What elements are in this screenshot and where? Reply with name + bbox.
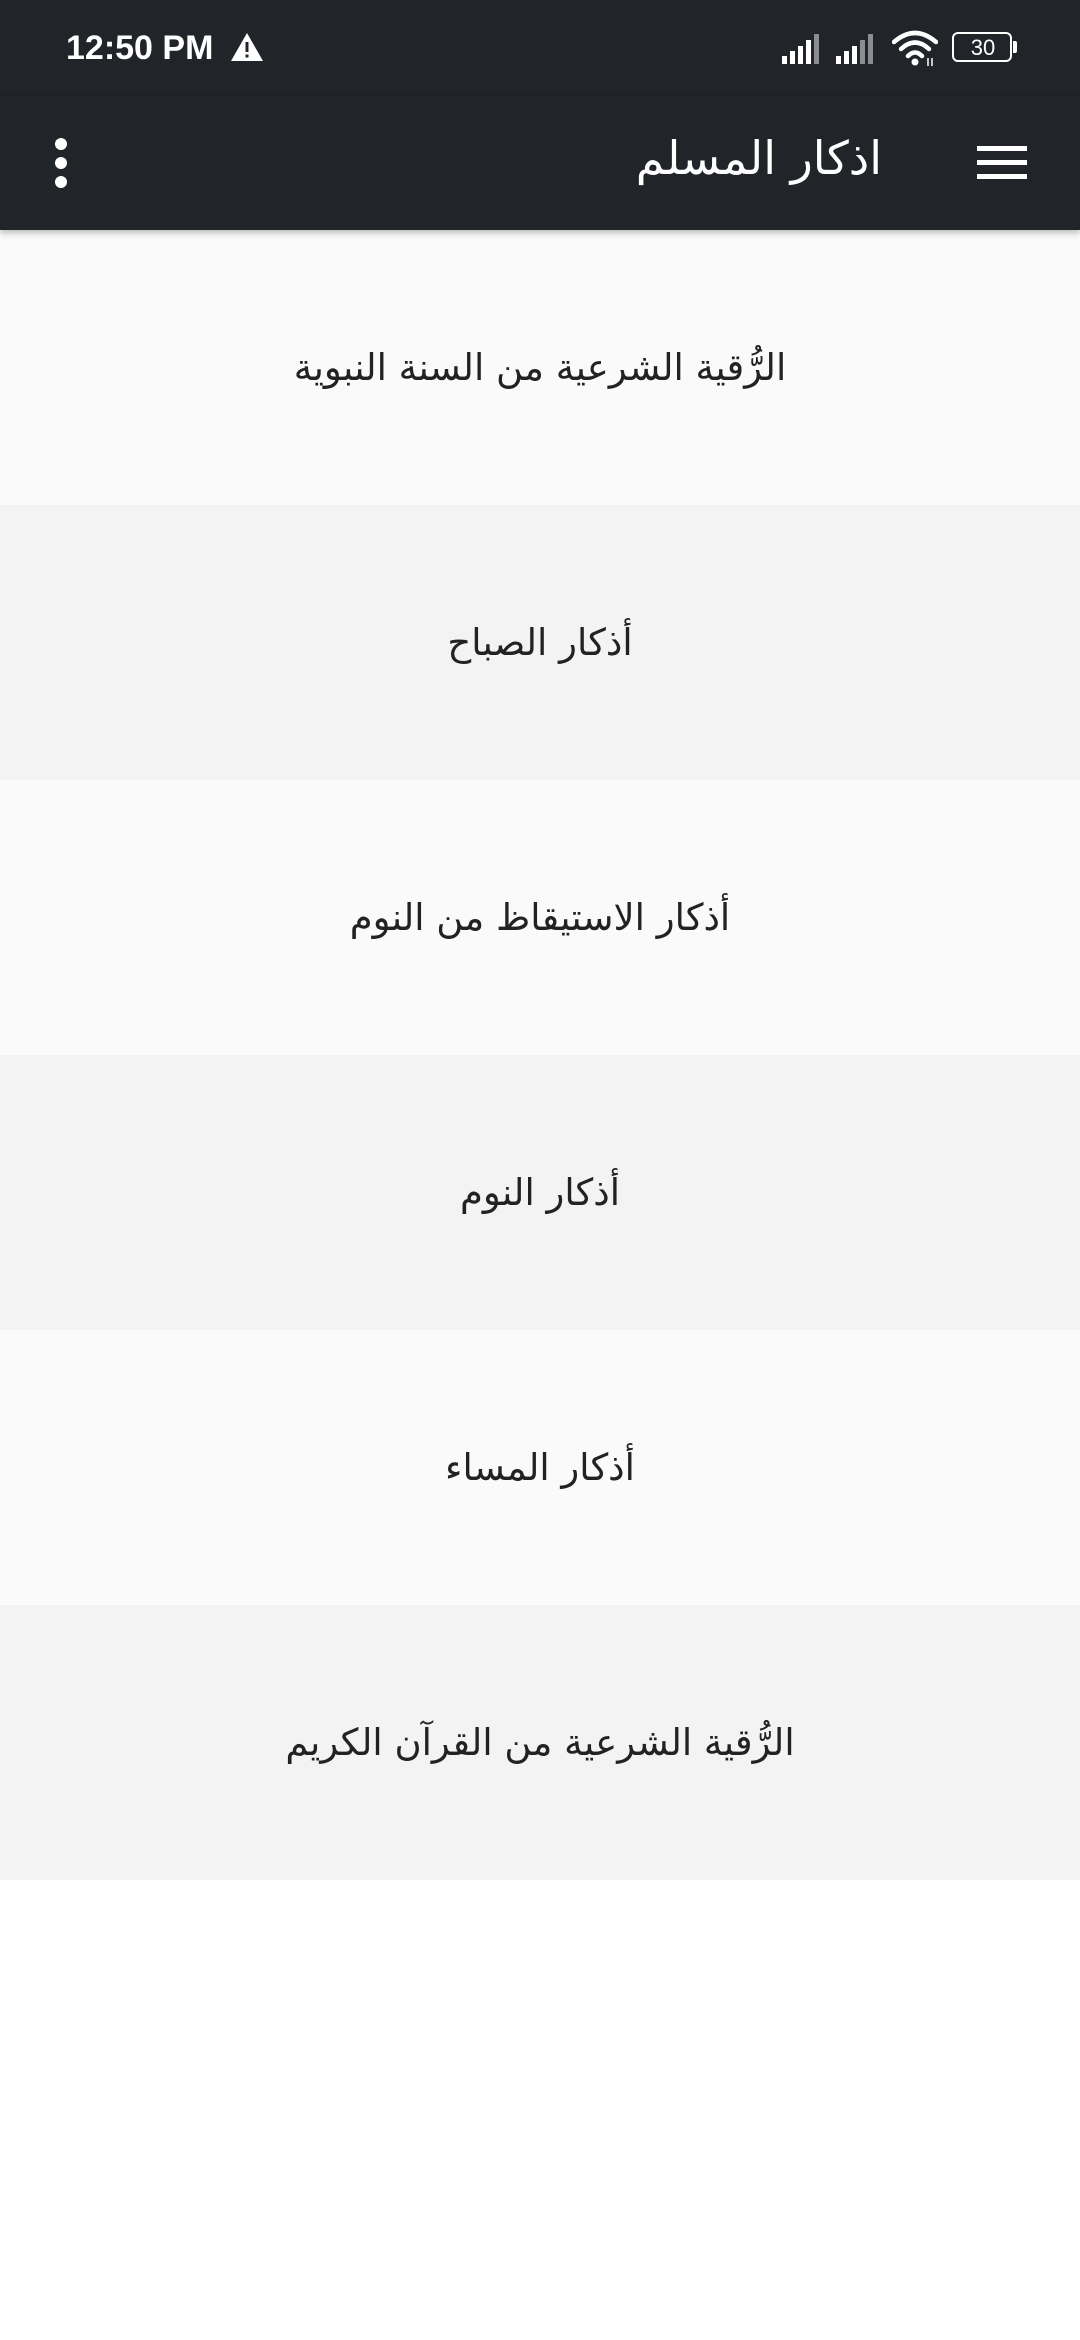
overflow-menu-button[interactable]	[26, 122, 98, 206]
app-title: اذكار المسلم	[635, 131, 882, 185]
list-item-label: أذكار النوم	[459, 1171, 620, 1214]
list-item-label: الرُّقية الشرعية من السنة النبوية	[293, 346, 787, 389]
list-item-label: أذكار المساء	[445, 1446, 635, 1489]
list-item[interactable]: الرُّقية الشرعية من السنة النبوية	[0, 230, 1080, 505]
azkar-list: الرُّقية الشرعية من السنة النبوية أذكار …	[0, 230, 1080, 1880]
list-item[interactable]: الرُّقية الشرعية من القرآن الكريم	[0, 1605, 1080, 1880]
navigation-menu-button[interactable]	[960, 126, 1044, 198]
signal-icon	[782, 34, 819, 64]
status-bar: 12:50 PM 30	[0, 0, 1080, 96]
app-bar: اذكار المسلم	[0, 96, 1080, 230]
list-item[interactable]: أذكار النوم	[0, 1055, 1080, 1330]
list-item-label: أذكار الصباح	[447, 621, 633, 664]
wifi-icon	[892, 30, 938, 66]
alert-icon	[231, 33, 263, 61]
signal-icon	[836, 34, 873, 64]
list-item[interactable]: أذكار الصباح	[0, 505, 1080, 780]
more-vert-icon	[55, 138, 67, 188]
battery-level: 30	[970, 35, 996, 60]
list-item[interactable]: أذكار الاستيقاظ من النوم	[0, 780, 1080, 1055]
status-time: 12:50 PM	[66, 29, 214, 67]
list-item-label: أذكار الاستيقاظ من النوم	[349, 896, 731, 939]
hamburger-menu-icon	[977, 146, 1027, 179]
battery-icon: 30	[952, 32, 1017, 62]
list-item[interactable]: أذكار المساء	[0, 1330, 1080, 1605]
list-item-label: الرُّقية الشرعية من القرآن الكريم	[285, 1721, 795, 1764]
